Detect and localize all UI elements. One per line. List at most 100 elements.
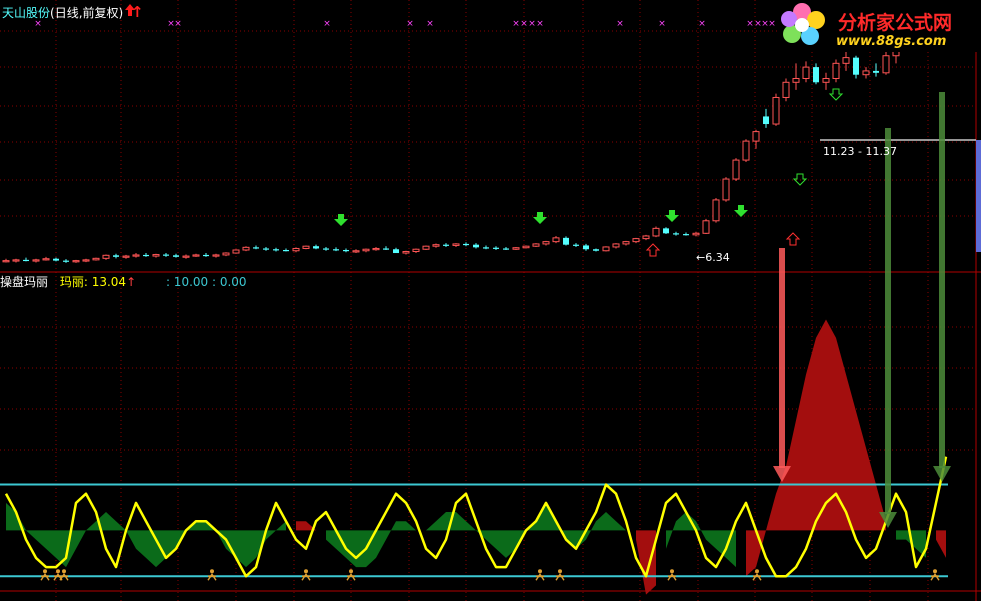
candle-body bbox=[882, 55, 890, 74]
candle-body bbox=[583, 245, 589, 250]
chart-app: × × × × × × × × × × × × × × × × × 天山股份(日线,前复权) ↑ 操盘玛丽 玛丽… bbox=[0, 0, 981, 601]
candle-body bbox=[673, 233, 679, 235]
candle-body bbox=[802, 66, 810, 79]
magenta-x-marker: × bbox=[536, 19, 544, 29]
period-label: (日线,前复权) bbox=[50, 6, 124, 20]
candle-body bbox=[402, 251, 410, 254]
scrollbar[interactable] bbox=[976, 140, 981, 252]
header-up-arrow-icon: ↑ bbox=[131, 3, 144, 21]
candle-body bbox=[813, 67, 819, 83]
candle-body bbox=[463, 243, 469, 246]
candle-body bbox=[622, 241, 630, 245]
candle-body bbox=[292, 247, 300, 252]
candle-body bbox=[432, 244, 440, 247]
candle-body bbox=[212, 254, 220, 257]
magenta-x-marker: × bbox=[746, 19, 754, 29]
magenta-x-marker: × bbox=[323, 19, 331, 29]
candle-body bbox=[493, 247, 499, 249]
watermark-url: www.88gs.com bbox=[836, 34, 947, 49]
candle-body bbox=[232, 249, 240, 254]
candle-body bbox=[853, 57, 859, 75]
oscillator-area bbox=[6, 319, 946, 595]
stock-name: 天山股份 bbox=[2, 6, 51, 20]
magenta-x-marker: × bbox=[698, 19, 706, 29]
magenta-x-marker: × bbox=[768, 19, 776, 29]
green-hollow-down-arrow-icon bbox=[828, 88, 844, 101]
candle-body bbox=[372, 247, 380, 251]
candle-body bbox=[32, 259, 40, 262]
low-arrow-icon: ← bbox=[696, 251, 706, 264]
candle-body bbox=[273, 249, 279, 251]
magenta-x-marker: × bbox=[426, 19, 434, 29]
candle-body bbox=[333, 249, 339, 251]
red-up-arrow-icon bbox=[785, 232, 801, 246]
candle-body bbox=[143, 254, 149, 257]
candle-body bbox=[752, 131, 760, 142]
candle-body bbox=[253, 247, 259, 249]
magenta-x-marker: × bbox=[406, 19, 414, 29]
candle-body bbox=[82, 259, 90, 262]
candle-body bbox=[573, 244, 579, 246]
candle-body bbox=[683, 234, 689, 236]
candle-body bbox=[563, 237, 569, 245]
stock-chart: × × × × × × × × × × × × × × × × × bbox=[0, 0, 981, 601]
candle-body bbox=[692, 232, 700, 236]
figure-marker-icon bbox=[538, 569, 542, 574]
candle-body bbox=[702, 220, 710, 234]
magenta-x-marker: × bbox=[528, 19, 536, 29]
candle-body bbox=[182, 255, 190, 258]
candle-body bbox=[92, 257, 100, 261]
figure-marker-icon bbox=[755, 569, 759, 574]
candle-body bbox=[113, 255, 119, 257]
candle-body bbox=[163, 254, 169, 256]
candle-body bbox=[632, 238, 640, 243]
candle-body bbox=[652, 227, 660, 237]
figure-marker-icon bbox=[933, 569, 937, 574]
indicator-header: 操盘玛丽 玛丽: 13.04↑ : 10.00 : 0.00 bbox=[0, 275, 247, 289]
candle-body bbox=[283, 249, 289, 252]
candle-body bbox=[23, 259, 29, 262]
candle-body bbox=[222, 252, 230, 256]
figure-marker-icon bbox=[56, 569, 60, 574]
candle-body bbox=[72, 260, 80, 263]
indicator-up-arrow-icon: ↑ bbox=[126, 275, 137, 289]
candle-body bbox=[512, 247, 520, 250]
magenta-x-marker: × bbox=[512, 19, 520, 29]
red-big-down-arrow-icon bbox=[779, 248, 785, 468]
watermark-title: 分析家公式网 bbox=[838, 12, 953, 34]
candle-body bbox=[313, 246, 319, 249]
magenta-x-marker: × bbox=[616, 19, 624, 29]
candle-body bbox=[173, 255, 179, 257]
candle-body bbox=[772, 96, 780, 125]
candle-body bbox=[742, 140, 750, 161]
candle-body bbox=[842, 57, 850, 64]
candle-body bbox=[412, 248, 420, 253]
figure-marker-icon bbox=[62, 569, 66, 574]
candle-body bbox=[862, 70, 870, 76]
figure-marker-icon bbox=[349, 569, 353, 574]
candle-body bbox=[542, 241, 550, 245]
green-big-down-arrow-icon bbox=[885, 128, 891, 514]
figure-marker-icon bbox=[210, 569, 214, 574]
candle-body bbox=[612, 243, 620, 248]
candle-body bbox=[602, 246, 610, 252]
candle-body bbox=[832, 62, 840, 79]
indicator-levels: : 10.00 : 0.00 bbox=[165, 275, 247, 289]
candle-body bbox=[302, 245, 310, 249]
low-price-label: 6.34 bbox=[705, 251, 730, 264]
candle-body bbox=[42, 258, 50, 261]
flower-logo-icon bbox=[781, 3, 825, 45]
watermark-logo: 分析家公式网 www.88gs.com bbox=[780, 0, 981, 52]
candle-body bbox=[532, 243, 540, 247]
candle-body bbox=[822, 78, 830, 83]
range-annotation: 11.23 - 11.37 bbox=[823, 145, 897, 158]
candle-body bbox=[763, 116, 769, 125]
candle-body bbox=[782, 81, 790, 98]
candle-body bbox=[122, 255, 130, 258]
green-big-down-arrow-icon bbox=[939, 92, 945, 468]
candle-body bbox=[712, 199, 720, 222]
candle-body bbox=[53, 258, 59, 261]
magenta-x-marker: × bbox=[174, 19, 182, 29]
candle-body bbox=[552, 237, 560, 243]
candle-body bbox=[473, 244, 479, 248]
